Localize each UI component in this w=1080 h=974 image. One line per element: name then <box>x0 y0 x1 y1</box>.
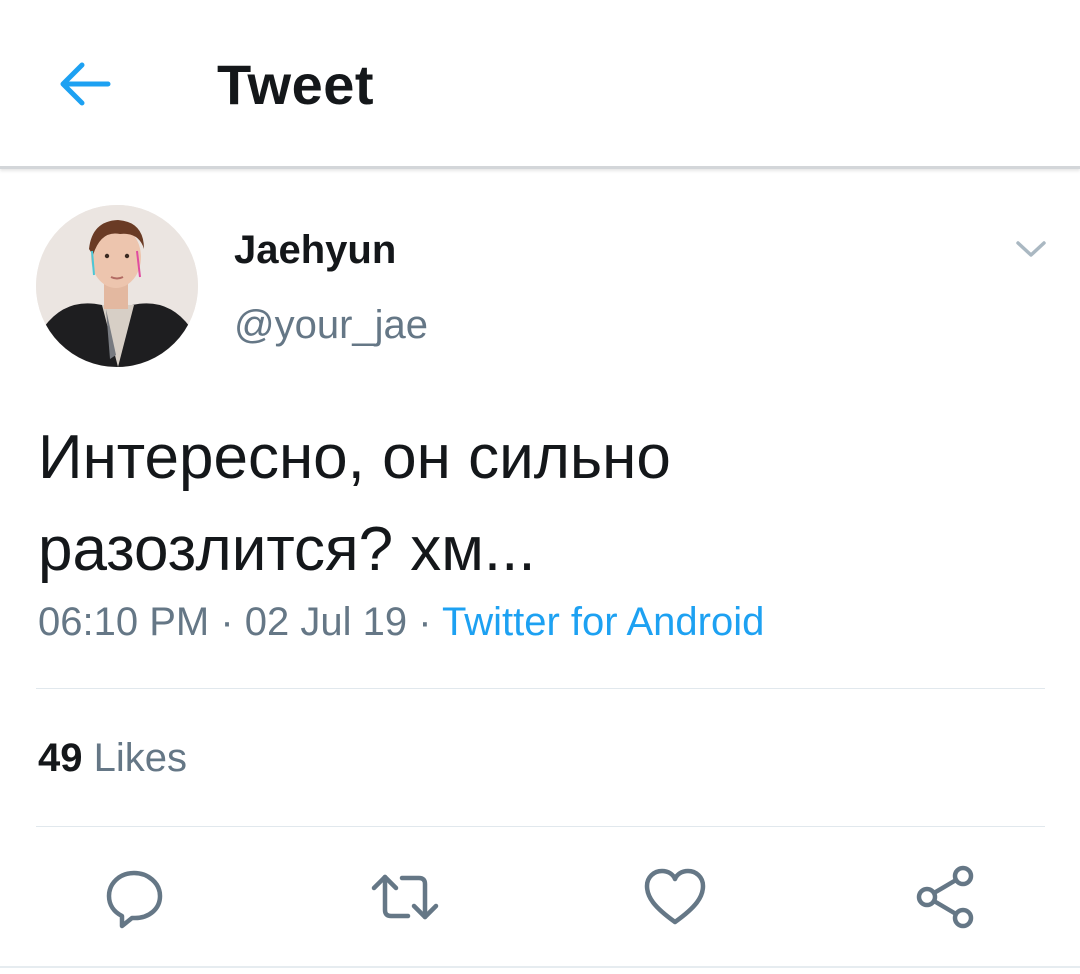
user-handle[interactable]: @your_jae <box>234 303 428 348</box>
share-icon <box>916 865 974 929</box>
reply-icon <box>106 870 163 929</box>
display-name[interactable]: Jaehyun <box>234 228 396 273</box>
tweet-date: 02 Jul 19 <box>244 600 408 644</box>
meta-separator: · <box>220 600 234 644</box>
bottom-divider <box>0 966 1080 968</box>
chevron-down-icon <box>1016 241 1046 257</box>
heart-icon <box>644 868 706 925</box>
likes-label: Likes <box>93 736 188 780</box>
meta-separator: · <box>418 600 432 644</box>
like-button[interactable] <box>640 862 710 932</box>
page-title: Tweet <box>217 53 375 116</box>
top-bar: Tweet <box>0 0 1080 169</box>
avatar[interactable] <box>36 205 198 367</box>
divider <box>36 826 1045 827</box>
reply-button[interactable] <box>100 862 170 932</box>
tweet-menu-button[interactable] <box>1008 232 1054 266</box>
likes-count-link[interactable]: 49 Likes <box>38 736 187 781</box>
tweet-source-link[interactable]: Twitter for Android <box>442 600 764 644</box>
tweet-text-line: Интересно, он сильно <box>38 423 671 492</box>
retweet-icon <box>371 874 439 920</box>
divider <box>36 688 1045 689</box>
tweet-text-line: разозлится? хм... <box>38 515 536 584</box>
back-button[interactable] <box>52 54 116 114</box>
likes-count: 49 <box>38 736 83 780</box>
tweet-text: Интересно, он сильно разозлится? хм... <box>38 412 1038 596</box>
share-button[interactable] <box>910 862 980 932</box>
tweet-time: 06:10 PM <box>38 600 210 644</box>
tweet-meta: 06:10 PM · 02 Jul 19 · Twitter for Andro… <box>38 600 764 645</box>
retweet-button[interactable] <box>370 862 440 932</box>
arrow-left-icon <box>60 62 111 106</box>
